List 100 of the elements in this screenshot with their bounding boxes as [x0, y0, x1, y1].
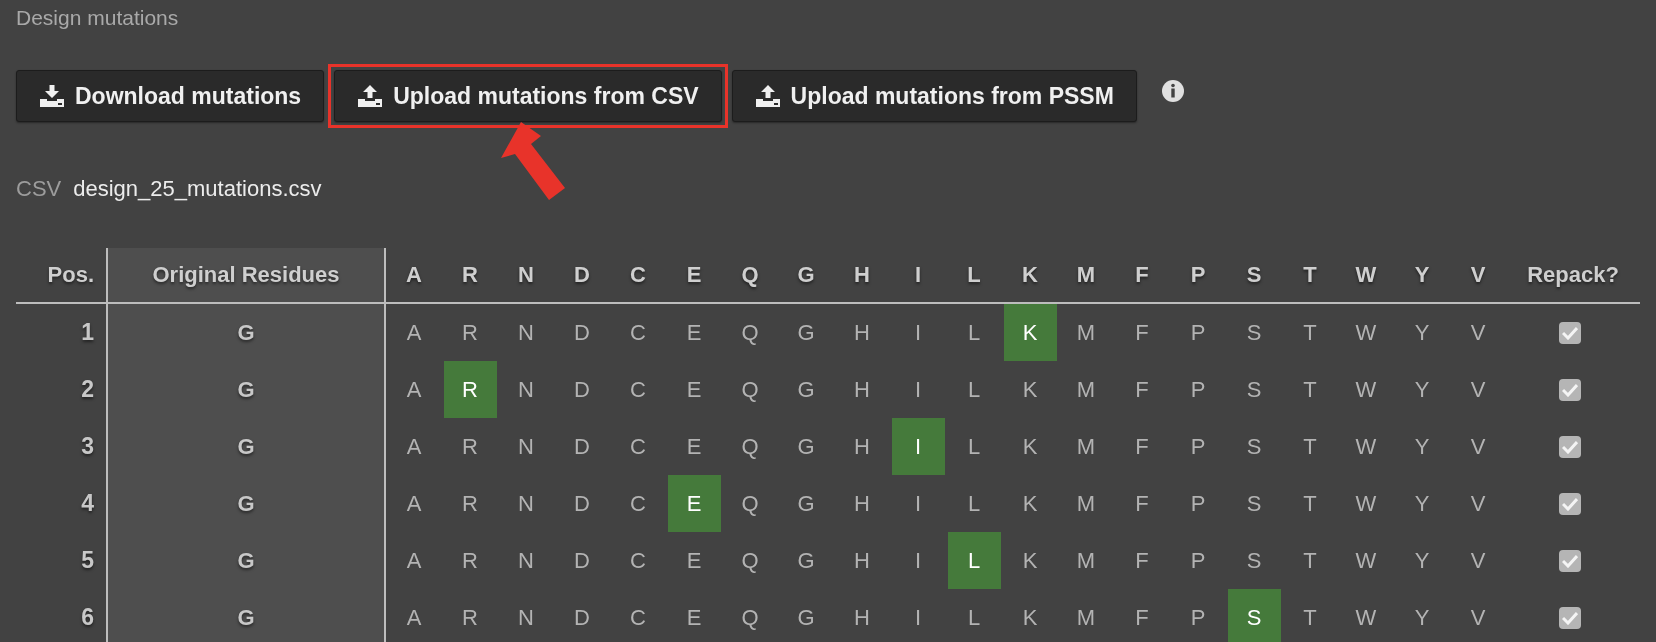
- residue-option[interactable]: A: [387, 361, 441, 418]
- residue-option[interactable]: P: [1171, 304, 1225, 361]
- residue-option[interactable]: S: [1227, 475, 1281, 532]
- residue-option[interactable]: E: [667, 418, 721, 475]
- residue-option[interactable]: R: [443, 532, 497, 589]
- residue-option[interactable]: Q: [723, 589, 777, 642]
- residue-option[interactable]: I: [891, 475, 945, 532]
- residue-option[interactable]: T: [1283, 589, 1337, 642]
- residue-option[interactable]: K: [1003, 361, 1057, 418]
- residue-option[interactable]: I: [891, 532, 945, 589]
- residue-option[interactable]: C: [611, 589, 665, 642]
- residue-option[interactable]: T: [1283, 361, 1337, 418]
- residue-option[interactable]: F: [1115, 418, 1169, 475]
- residue-option[interactable]: S: [1227, 589, 1281, 642]
- residue-option[interactable]: Q: [723, 418, 777, 475]
- info-icon[interactable]: [1160, 79, 1185, 103]
- residue-option[interactable]: R: [443, 361, 497, 418]
- residue-option[interactable]: K: [1003, 475, 1057, 532]
- residue-option[interactable]: M: [1059, 532, 1113, 589]
- residue-option[interactable]: D: [555, 361, 609, 418]
- residue-option[interactable]: H: [835, 589, 889, 642]
- residue-option[interactable]: Y: [1395, 475, 1449, 532]
- upload-button[interactable]: Upload mutations from CSV: [334, 70, 722, 122]
- residue-option[interactable]: W: [1339, 475, 1393, 532]
- residue-option[interactable]: F: [1115, 475, 1169, 532]
- residue-option[interactable]: R: [443, 589, 497, 642]
- residue-option[interactable]: V: [1451, 304, 1505, 361]
- residue-option[interactable]: G: [779, 361, 833, 418]
- residue-option[interactable]: M: [1059, 475, 1113, 532]
- residue-option[interactable]: A: [387, 532, 441, 589]
- residue-option[interactable]: G: [779, 304, 833, 361]
- residue-option[interactable]: Q: [723, 361, 777, 418]
- residue-option[interactable]: P: [1171, 532, 1225, 589]
- residue-option[interactable]: V: [1451, 589, 1505, 642]
- residue-option[interactable]: H: [835, 418, 889, 475]
- residue-option[interactable]: L: [947, 418, 1001, 475]
- residue-option[interactable]: V: [1451, 361, 1505, 418]
- residue-option[interactable]: N: [499, 475, 553, 532]
- residue-option[interactable]: P: [1171, 361, 1225, 418]
- residue-option[interactable]: L: [947, 589, 1001, 642]
- residue-option[interactable]: G: [779, 418, 833, 475]
- residue-option[interactable]: V: [1451, 475, 1505, 532]
- residue-option[interactable]: H: [835, 475, 889, 532]
- residue-option[interactable]: D: [555, 475, 609, 532]
- residue-option[interactable]: Y: [1395, 532, 1449, 589]
- residue-option[interactable]: G: [779, 589, 833, 642]
- residue-option[interactable]: F: [1115, 532, 1169, 589]
- residue-option[interactable]: K: [1003, 304, 1057, 361]
- residue-option[interactable]: T: [1283, 475, 1337, 532]
- residue-option[interactable]: K: [1003, 532, 1057, 589]
- residue-option[interactable]: H: [835, 304, 889, 361]
- residue-option[interactable]: L: [947, 361, 1001, 418]
- residue-option[interactable]: C: [611, 532, 665, 589]
- residue-option[interactable]: F: [1115, 589, 1169, 642]
- residue-option[interactable]: M: [1059, 304, 1113, 361]
- residue-option[interactable]: K: [1003, 418, 1057, 475]
- residue-option[interactable]: E: [667, 589, 721, 642]
- residue-option[interactable]: N: [499, 304, 553, 361]
- residue-option[interactable]: A: [387, 475, 441, 532]
- residue-option[interactable]: T: [1283, 304, 1337, 361]
- residue-option[interactable]: P: [1171, 475, 1225, 532]
- residue-option[interactable]: S: [1227, 532, 1281, 589]
- upload-button[interactable]: Upload mutations from PSSM: [731, 70, 1137, 122]
- residue-option[interactable]: A: [387, 304, 441, 361]
- residue-option[interactable]: L: [947, 475, 1001, 532]
- residue-option[interactable]: H: [835, 361, 889, 418]
- residue-option[interactable]: Y: [1395, 589, 1449, 642]
- residue-option[interactable]: E: [667, 304, 721, 361]
- residue-option[interactable]: D: [555, 532, 609, 589]
- residue-option[interactable]: W: [1339, 304, 1393, 361]
- residue-option[interactable]: N: [499, 361, 553, 418]
- residue-option[interactable]: D: [555, 304, 609, 361]
- residue-option[interactable]: C: [611, 418, 665, 475]
- residue-option[interactable]: M: [1059, 589, 1113, 642]
- residue-option[interactable]: W: [1339, 589, 1393, 642]
- residue-option[interactable]: H: [835, 532, 889, 589]
- residue-option[interactable]: V: [1451, 532, 1505, 589]
- residue-option[interactable]: G: [779, 532, 833, 589]
- residue-option[interactable]: E: [667, 361, 721, 418]
- repack-checkbox[interactable]: [1559, 321, 1581, 344]
- residue-option[interactable]: M: [1059, 361, 1113, 418]
- residue-option[interactable]: Q: [723, 304, 777, 361]
- repack-checkbox[interactable]: [1559, 435, 1581, 458]
- residue-option[interactable]: E: [667, 532, 721, 589]
- residue-option[interactable]: K: [1003, 589, 1057, 642]
- residue-option[interactable]: I: [891, 304, 945, 361]
- residue-option[interactable]: C: [611, 304, 665, 361]
- residue-option[interactable]: G: [779, 475, 833, 532]
- residue-option[interactable]: S: [1227, 361, 1281, 418]
- residue-option[interactable]: E: [667, 475, 721, 532]
- residue-option[interactable]: N: [499, 589, 553, 642]
- residue-option[interactable]: V: [1451, 418, 1505, 475]
- residue-option[interactable]: I: [891, 361, 945, 418]
- repack-checkbox[interactable]: [1559, 606, 1581, 629]
- residue-option[interactable]: Q: [723, 532, 777, 589]
- residue-option[interactable]: M: [1059, 418, 1113, 475]
- residue-option[interactable]: W: [1339, 361, 1393, 418]
- residue-option[interactable]: Y: [1395, 304, 1449, 361]
- residue-option[interactable]: Y: [1395, 361, 1449, 418]
- residue-option[interactable]: S: [1227, 418, 1281, 475]
